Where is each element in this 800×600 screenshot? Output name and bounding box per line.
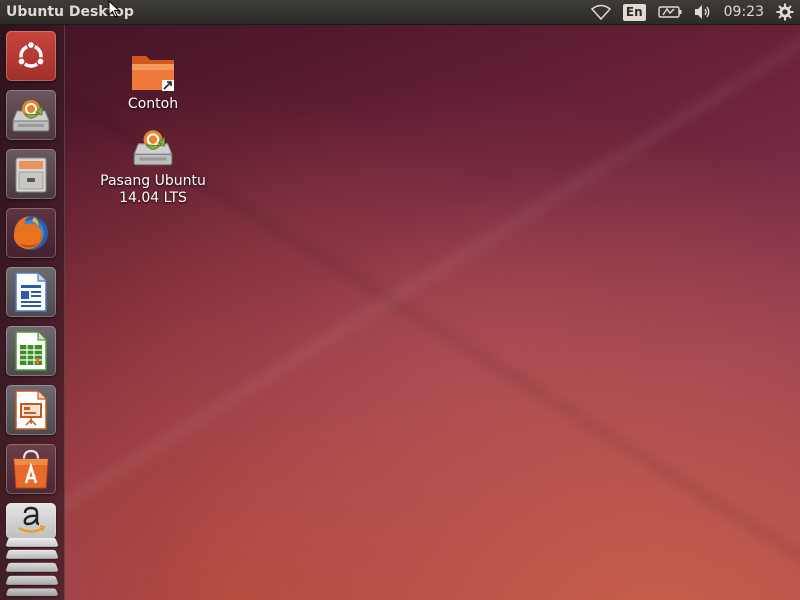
network-icon[interactable] — [590, 0, 611, 24]
mouse-pointer-icon — [108, 0, 121, 22]
folded-item — [5, 575, 59, 585]
ubuntu-logo-icon — [17, 40, 45, 68]
volume-icon[interactable] — [694, 0, 712, 24]
writer-icon — [15, 272, 47, 312]
desktop-icon-label: Pasang Ubuntu 14.04 LTS — [100, 173, 206, 206]
desktop-icon-label: Contoh — [127, 96, 179, 112]
folder-link-icon — [132, 56, 174, 91]
installer-icon — [133, 130, 173, 166]
folded-item — [5, 562, 59, 572]
desktop-icon-install-ubuntu[interactable]: Pasang Ubuntu 14.04 LTS — [98, 125, 208, 207]
launcher-libreoffice-calc[interactable] — [6, 326, 56, 376]
launcher-files[interactable] — [6, 149, 56, 199]
launcher-install-ubuntu[interactable] — [6, 90, 56, 140]
launcher-folded-stack[interactable] — [4, 533, 60, 600]
clock[interactable]: 09:23 — [724, 0, 764, 24]
folded-item — [5, 549, 59, 559]
battery-icon[interactable] — [657, 0, 682, 24]
launcher-libreoffice-impress[interactable] — [6, 385, 56, 435]
indicator-area: En 09:23 — [590, 0, 800, 24]
calc-icon — [15, 331, 47, 371]
shopping-bag-icon — [13, 449, 49, 489]
launcher-software-center[interactable] — [6, 444, 56, 494]
language-label: En — [622, 3, 646, 21]
folded-item — [5, 537, 59, 547]
folded-item — [5, 588, 59, 597]
keyboard-language-indicator[interactable]: En — [622, 0, 646, 24]
launcher-libreoffice-writer[interactable] — [6, 267, 56, 317]
file-cabinet-icon — [15, 157, 47, 193]
launcher-firefox[interactable] — [6, 208, 56, 258]
desktop-icon-contoh[interactable]: Contoh — [98, 50, 208, 113]
impress-icon — [15, 390, 47, 430]
launcher-dash-home[interactable] — [6, 31, 56, 81]
firefox-icon — [13, 216, 48, 250]
session-gear-icon[interactable] — [776, 0, 794, 24]
top-panel: Ubuntu Desktop En 09:23 — [0, 0, 800, 25]
launcher — [0, 25, 65, 600]
installer-icon — [12, 100, 50, 132]
